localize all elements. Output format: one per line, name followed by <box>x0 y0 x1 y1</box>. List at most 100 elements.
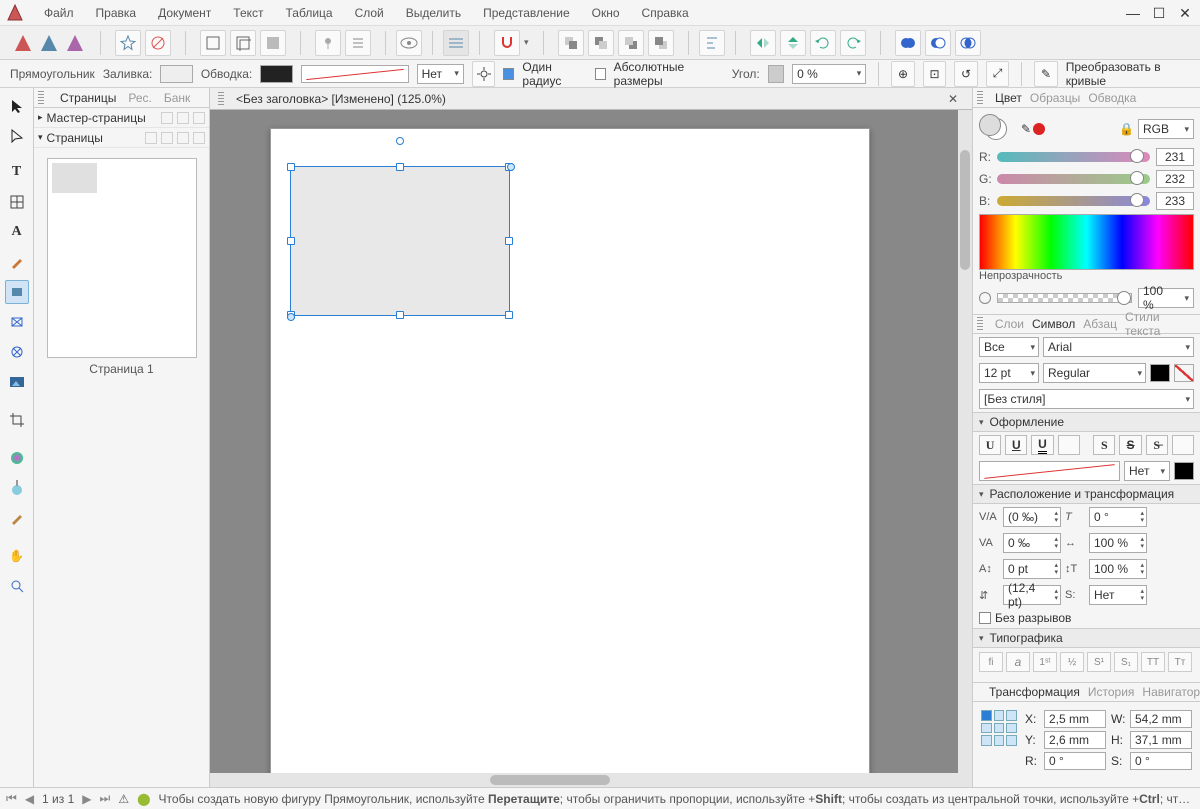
handle-corner-radius-bottom[interactable] <box>287 313 295 321</box>
anchor-point-grid[interactable] <box>981 710 1017 746</box>
image-tool[interactable] <box>5 370 29 394</box>
r-field[interactable]: 0 ° <box>1044 752 1106 770</box>
align-group-1[interactable] <box>200 30 226 56</box>
node-tool[interactable] <box>5 124 29 148</box>
char-panel-grip-icon[interactable] <box>977 317 983 331</box>
no-breaks-checkbox[interactable] <box>979 612 991 624</box>
lock-children-button[interactable]: ⤢ <box>986 61 1010 87</box>
order-front-button[interactable] <box>648 30 674 56</box>
opacity-none-icon[interactable] <box>979 292 991 304</box>
menu-text[interactable]: Текст <box>223 3 273 23</box>
page-1-thumbnail[interactable] <box>47 158 197 358</box>
w-field[interactable]: 54,2 mm <box>1130 710 1192 728</box>
tab-navigator[interactable]: Навигатор <box>1142 685 1200 699</box>
underline-double-button[interactable]: U <box>1031 435 1053 455</box>
r-value[interactable]: 231 <box>1156 148 1194 166</box>
text-frame-tool[interactable]: T <box>5 160 29 184</box>
handle-corner-radius-top[interactable] <box>507 163 515 171</box>
opacity-slider[interactable] <box>997 293 1132 303</box>
typo-capitals-button[interactable]: TT <box>1141 652 1165 672</box>
order-backward-button[interactable] <box>588 30 614 56</box>
typo-fractions-button[interactable]: ½ <box>1060 652 1084 672</box>
b-slider[interactable] <box>997 196 1150 206</box>
hand-tool[interactable]: ✋ <box>5 544 29 568</box>
align-group-3[interactable] <box>260 30 286 56</box>
prev-page-button[interactable]: ◀ <box>25 792 34 806</box>
window-maximize-icon[interactable]: ☐ <box>1150 4 1168 22</box>
decoration-stroke-preview[interactable] <box>979 461 1120 481</box>
color-panel-grip-icon[interactable] <box>977 91 983 105</box>
hscale-field[interactable]: 100 % <box>1089 533 1147 553</box>
menu-file[interactable]: Файл <box>34 3 84 23</box>
strike-none-button[interactable]: S <box>1093 435 1115 455</box>
last-page-button[interactable]: ⏭ <box>100 791 111 806</box>
window-close-icon[interactable]: ✕ <box>1176 4 1194 22</box>
strike-color-button[interactable] <box>1172 435 1194 455</box>
frame-rect-tool[interactable] <box>5 310 29 334</box>
leading-field[interactable]: (12,4 pt) <box>1003 585 1061 605</box>
convert-curves-label[interactable]: Преобразовать в кривые <box>1066 60 1190 88</box>
underline-none-button[interactable]: U <box>979 435 1001 455</box>
spectrum-picker[interactable] <box>979 214 1194 270</box>
color-lock-icon[interactable]: 🔒 <box>1119 122 1134 136</box>
show-handles-button[interactable]: ⊡ <box>923 61 947 87</box>
s-field[interactable]: 0 ° <box>1130 752 1192 770</box>
tab-layers[interactable]: Слои <box>995 317 1024 331</box>
y-field[interactable]: 2,6 mm <box>1044 731 1106 749</box>
cycle-handles-button[interactable]: ↺ <box>954 61 978 87</box>
vertical-scrollbar[interactable] <box>958 110 972 787</box>
zoom-tool[interactable] <box>5 574 29 598</box>
fill-stroke-selector[interactable] <box>979 114 1015 144</box>
tab-transform[interactable]: Трансформация <box>989 685 1080 699</box>
stroke-style-preview[interactable] <box>301 65 409 83</box>
baseline-grid-button[interactable] <box>443 30 469 56</box>
typo-subscript-button[interactable]: S₁ <box>1114 652 1138 672</box>
shapes-button[interactable] <box>115 30 141 56</box>
table-tool[interactable] <box>5 190 29 214</box>
menu-view[interactable]: Представление <box>473 3 580 23</box>
handle-se[interactable] <box>505 311 513 319</box>
preflight-alert-icon[interactable]: ⚠ <box>118 792 129 806</box>
snapping-dropdown-icon[interactable]: ▾ <box>524 37 529 48</box>
underline-color-button[interactable] <box>1058 435 1080 455</box>
menu-select[interactable]: Выделить <box>396 3 471 23</box>
stroke-swatch[interactable] <box>260 65 293 83</box>
menu-edit[interactable]: Правка <box>86 3 147 23</box>
boolean-subtract-button[interactable] <box>925 30 951 56</box>
pin-button[interactable] <box>315 30 341 56</box>
snapping-button[interactable] <box>494 30 520 56</box>
typo-alt-button[interactable]: a <box>1006 652 1030 672</box>
tab-color[interactable]: Цвет <box>995 91 1022 105</box>
color-model-dropdown[interactable]: RGB <box>1138 119 1194 139</box>
h-field[interactable]: 37,1 mm <box>1130 731 1192 749</box>
pen-tool[interactable] <box>5 250 29 274</box>
canvas-viewport[interactable] <box>210 110 972 787</box>
angle-swatch[interactable] <box>768 65 784 83</box>
tab-pages[interactable]: Страницы <box>60 91 116 105</box>
abs-dims-checkbox[interactable] <box>595 68 606 80</box>
menu-help[interactable]: Справка <box>632 3 699 23</box>
x-field[interactable]: 2,5 mm <box>1044 710 1106 728</box>
fill-swatch[interactable] <box>160 65 193 83</box>
menu-layer[interactable]: Слой <box>345 3 394 23</box>
transparency-tool[interactable] <box>5 476 29 500</box>
horizontal-scrollbar[interactable] <box>210 773 958 787</box>
typo-ordinals-button[interactable]: 1ˢᵗ <box>1033 652 1057 672</box>
persona-photo-icon[interactable] <box>64 32 86 54</box>
handle-n[interactable] <box>396 163 404 171</box>
tracking-field[interactable]: 0 ‰ <box>1003 533 1061 553</box>
tab-samples[interactable]: Образцы <box>1030 91 1080 105</box>
boolean-intersect-button[interactable] <box>955 30 981 56</box>
font-color-swatch[interactable] <box>1150 364 1170 382</box>
tree-row-pages[interactable]: ▾ Страницы <box>34 128 209 148</box>
frame-ellipse-tool[interactable] <box>5 340 29 364</box>
persona-designer-icon[interactable] <box>38 32 60 54</box>
shear-field[interactable]: Нет <box>1089 585 1147 605</box>
flip-h-button[interactable] <box>750 30 776 56</box>
symbols-button[interactable] <box>145 30 171 56</box>
wrap-button[interactable] <box>345 30 371 56</box>
tab-symbol[interactable]: Символ <box>1032 317 1075 331</box>
crop-tool[interactable] <box>5 408 29 432</box>
order-forward-button[interactable] <box>618 30 644 56</box>
g-slider[interactable] <box>997 174 1150 184</box>
